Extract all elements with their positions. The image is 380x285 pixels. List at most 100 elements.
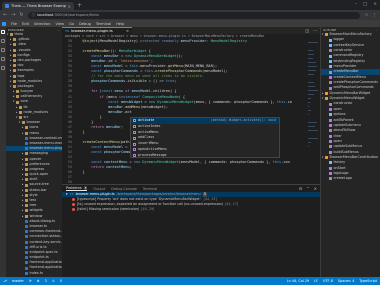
error-icon[interactable]: ⊗ [37,279,40,283]
code-token: .isVisible = () => [125,79,166,84]
close-window-icon[interactable]: × [373,2,377,7]
editor-tab[interactable]: TS browser-menu-plugin.ts × [62,27,132,34]
member-icon [329,118,332,122]
outline-panel: OUTLINE ··· ▾ BrowserMainMenuFactory logge… [320,27,380,277]
debug-icon[interactable] [1,57,5,61]
code-text: @inject(MenuModelRegistry) protected rea… [74,39,247,44]
problem-item[interactable]: [tslint] Missing semicolon (semicolon) [4… [62,207,320,212]
folder-icon [13,79,16,83]
outline-more-icon[interactable]: ··· [375,28,378,32]
outline-item[interactable]: createLogo [321,176,380,181]
close-panel-icon[interactable]: × [314,186,317,191]
close-tab-icon[interactable]: × [68,4,71,9]
class-icon [325,97,328,101]
forward-icon[interactable]: → [11,12,15,18]
code-token: .menuProvider. [138,64,168,69]
minimap[interactable] [306,39,320,184]
panel-tab-output[interactable]: Output [93,187,105,191]
code-token: ; [121,124,124,129]
explorer-panel: EXPLORER ··· ▾ theia ▸ .github ▸ .idea ▸ .vscod… [6,27,62,277]
git-branch-icon[interactable]: ⎇ [3,279,7,283]
bookmark-star-icon[interactable]: ☆ [364,13,368,18]
minimap-line [308,146,309,147]
search-icon[interactable] [1,39,5,43]
new-tab-icon[interactable]: + [77,2,82,9]
status-item[interactable]: LF [314,279,318,283]
split-editor-icon[interactable]: ◫ [305,28,309,33]
menu-file[interactable]: File [11,22,17,26]
code-token: this [144,69,154,74]
file-item[interactable]: index.ts [6,271,62,276]
sync-icon[interactable]: ⟳ [29,279,32,283]
browser-tab[interactable]: Theia — Theia Browser Exampl... × [2,2,74,10]
panel-tab-label: Debug Console [111,186,137,191]
source-control-icon[interactable] [1,48,5,52]
menu-edit[interactable]: Edit [22,22,29,26]
code-token: protected readonly [140,39,181,43]
panel-tab-terminal[interactable]: Terminal [143,187,157,191]
suggestion-item[interactable]: processMessage [131,153,279,159]
code-token: const [91,64,104,69]
maximize-icon[interactable]: □ [363,2,367,7]
status-item[interactable]: Ln 44, Col 29 [287,279,309,283]
panel-tab-debug-console[interactable]: Debug Console [111,187,137,191]
warning-icon[interactable]: ⚠ [52,279,55,283]
editor-more-icon[interactable]: ··· [313,28,317,33]
code-text: phosphorCommands.isVisible = () => true; [74,79,176,84]
app-menu-bar: File Edit Selection View Go Debug Termin… [0,20,380,27]
minimize-icon[interactable]: – [355,2,357,7]
menu-terminal[interactable]: Terminal [96,22,111,26]
minimap-line [308,70,316,71]
error-icon [72,198,75,201]
explorer-icon[interactable] [1,30,5,34]
menu-go[interactable]: Go [69,22,74,26]
minimap-line [308,62,317,63]
maximize-panel-icon[interactable]: ⌃ [306,186,309,191]
info-icon[interactable]: ⓘ [32,13,36,18]
typescript-file-icon [25,136,28,140]
chevron-down-icon: ▾ [66,192,68,196]
minimap-line [308,114,309,115]
status-item[interactable]: UTF-8 [323,279,333,283]
extensions-icon[interactable] [1,66,5,70]
code-token: const [91,150,104,155]
close-editor-icon[interactable]: × [126,29,129,33]
minimap-line [308,122,317,123]
menu-selection[interactable]: Selection [34,22,51,26]
member-icon [329,166,332,170]
menu-help[interactable]: Help [116,22,124,26]
editor-tab-bar: TS browser-menu-plugin.ts × ◫ ··· [62,27,320,34]
code-editor[interactable]: 30 @inject(MenuModelRegistry) protected … [62,39,320,184]
browser-menu-icon[interactable]: ⋮ [373,13,378,18]
reload-icon[interactable]: ↻ [19,12,23,18]
code-token: (): [110,49,119,54]
outline-item[interactable]: ▾ BrowserMainMenuFactory [321,32,380,37]
code-token: getMenu [167,64,183,69]
status-item[interactable]: Spaces: 4 [338,279,354,283]
menu-view[interactable]: View [56,22,65,26]
code-token: menuBar [91,59,107,64]
class-icon [325,33,328,37]
status-right: Ln 44, Col 29 LF UTF-8 Spaces: 4 TypeScript [287,279,377,283]
warning-count[interactable]: 0 [60,279,62,283]
collapse-all-icon[interactable]: ⊟ [299,186,302,191]
code-token: menuModel [131,89,151,94]
url-field[interactable]: ⓘ localhost:3000/#/workspace/theia [27,11,361,19]
menu-debug[interactable]: Debug [79,22,91,26]
panel-tab-problems[interactable]: Problems 3 [66,186,88,191]
git-branch[interactable]: master [12,279,24,283]
error-count[interactable]: 3 [45,279,47,283]
theia-favicon-icon [5,4,9,8]
explorer-more-icon[interactable]: ··· [57,28,60,32]
status-item[interactable]: TypeScript [359,279,377,283]
window-controls: – □ × [355,2,377,7]
back-icon[interactable]: ← [3,12,7,18]
outline-item[interactable]: ▾ BrowserMenuBarContribution [321,155,380,160]
folder-icon [16,90,19,94]
code-token: DynamicMenuBarWidget [133,54,177,59]
typescript-file-icon [25,240,28,244]
minimap-line [308,82,314,83]
